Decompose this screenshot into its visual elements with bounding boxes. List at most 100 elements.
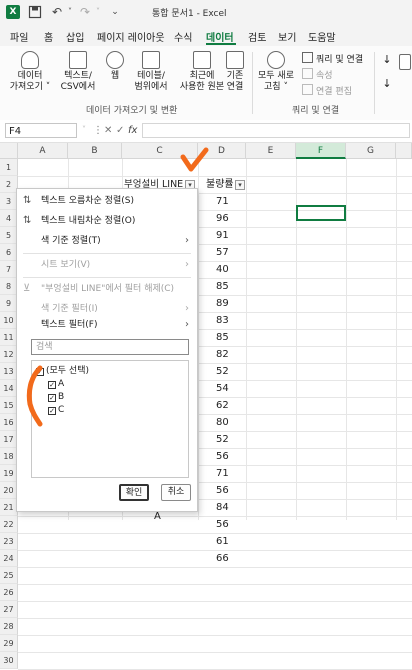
sort-button-partial[interactable] (398, 54, 412, 72)
column-header-f[interactable]: F (296, 143, 346, 159)
name-box-dropdown-icon[interactable]: ˅ (82, 125, 86, 134)
select-all-checkbox[interactable]: ✓ (모두 선택) (36, 365, 89, 377)
cell-d-value[interactable]: 85 (216, 329, 229, 346)
text-file-icon (69, 51, 87, 69)
from-table-range-button[interactable]: 테이블/ 범위에서 (130, 51, 172, 93)
cancel-button[interactable]: 취소 (161, 484, 191, 501)
queries-connections-button[interactable]: 쿼리 및 연결 (302, 52, 363, 65)
filter-dropdown-d-icon[interactable]: ▾ (235, 180, 245, 190)
more-icon: ⋮ (93, 125, 103, 136)
cell-d-value[interactable]: 57 (216, 244, 229, 261)
from-web-button[interactable]: 웹 (102, 51, 128, 82)
row-header[interactable]: 23 (0, 533, 18, 550)
redo-icon[interactable]: ↷ (78, 5, 92, 19)
column-header-b[interactable]: B (68, 143, 122, 159)
recent-sources-button[interactable]: 최근에 사용한 원본 (176, 51, 228, 93)
column-header-e[interactable]: E (246, 143, 296, 159)
tab-home[interactable]: 홈 (44, 29, 53, 44)
customize-qat-icon[interactable]: ⌄ (108, 5, 122, 19)
row-header[interactable]: 24 (0, 550, 18, 567)
tab-view[interactable]: 보기 (278, 29, 296, 44)
selected-cell-f4[interactable] (296, 205, 346, 221)
enter-entry-icon[interactable]: ✓ (116, 125, 124, 136)
tab-insert[interactable]: 삽입 (66, 29, 84, 44)
row-header[interactable]: 26 (0, 584, 18, 601)
select-all-corner[interactable] (0, 143, 18, 159)
cell-d-value[interactable]: 80 (216, 414, 229, 431)
existing-connections-button[interactable]: 기존 연결 (222, 51, 248, 93)
insert-function-icon[interactable]: fx (128, 125, 137, 136)
sort-descending-item[interactable]: ⇅ 텍스트 내림차순 정렬(O) (17, 211, 197, 231)
sheet-view-item[interactable]: 시트 보기(V) › (17, 255, 197, 275)
cell-d-value[interactable]: 52 (216, 363, 229, 380)
undo-icon[interactable]: ↶ (50, 5, 64, 19)
save-icon[interactable] (28, 5, 42, 19)
queries-icon (302, 52, 313, 63)
formula-input[interactable] (142, 123, 410, 138)
cell-d-value[interactable]: 83 (216, 312, 229, 329)
name-box[interactable]: F4 (5, 123, 77, 138)
cancel-entry-icon[interactable]: ✕ (104, 125, 112, 136)
filter-search-input[interactable]: 검색 (31, 339, 189, 355)
tab-help[interactable]: 도움말 (308, 29, 336, 44)
column-header-g[interactable]: G (346, 143, 396, 159)
cell-d-value[interactable]: 56 (216, 448, 229, 465)
cell-d-value[interactable]: 71 (216, 465, 229, 482)
edit-links-button[interactable]: 연결 편집 (302, 84, 352, 97)
row-header[interactable]: 29 (0, 635, 18, 652)
cell-d-value[interactable]: 61 (216, 533, 229, 550)
cell-d-value[interactable]: 56 (216, 516, 229, 533)
from-text-csv-button[interactable]: 텍스트/ CSV에서 (56, 51, 100, 93)
sort-by-color-item[interactable]: 색 기준 정렬(T) › (17, 231, 197, 251)
text-filters-label: 텍스트 필터(F) (41, 320, 98, 330)
column-header-d[interactable]: D (198, 143, 246, 159)
redo-dropdown-icon[interactable]: ˅ (91, 5, 105, 19)
cell-d-value[interactable]: 40 (216, 261, 229, 278)
cell-d-value[interactable]: 54 (216, 380, 229, 397)
cell-d2-header[interactable]: 불량률 (206, 176, 234, 193)
tab-formulas[interactable]: 수식 (174, 29, 192, 44)
sort-az-icon[interactable]: ↓ (380, 54, 394, 65)
row-header[interactable]: 22 (0, 516, 18, 533)
properties-button[interactable]: 속성 (302, 68, 333, 81)
recent-sources-label-1: 최근에 (189, 71, 215, 81)
sort-ascending-item[interactable]: ⇅ 텍스트 오름차순 정렬(S) (17, 191, 197, 211)
cell-d-value[interactable]: 84 (216, 499, 229, 516)
text-filters-item[interactable]: 텍스트 필터(F) › (17, 315, 197, 335)
clear-filter-item[interactable]: ⊻ "부엉설비 LINE"에서 필터 해제(C) (17, 279, 197, 299)
cell-d-value[interactable]: 91 (216, 227, 229, 244)
ok-button[interactable]: 확인 (119, 484, 149, 501)
text-csv-label-1: 텍스트/ (64, 71, 92, 81)
cell-d-value[interactable]: 56 (216, 482, 229, 499)
cell-d-value[interactable]: 66 (216, 550, 229, 567)
refresh-all-label-2: 고침 ˅ (264, 82, 288, 92)
cell-d-value[interactable]: 96 (216, 210, 229, 227)
value-checkbox-b[interactable]: ✓ B (48, 391, 64, 403)
sort-za-icon[interactable]: ↓ (380, 78, 394, 89)
undo-dropdown-icon[interactable]: ˅ (63, 5, 77, 19)
column-header-a[interactable]: A (18, 143, 68, 159)
get-data-button[interactable]: 데이터 가져오기 ˅ (8, 51, 52, 93)
tab-review[interactable]: 검토 (248, 29, 266, 44)
value-checkbox-a[interactable]: ✓ A (48, 378, 64, 390)
refresh-all-button[interactable]: 모두 새로 고침 ˅ (256, 51, 296, 93)
existing-connections-icon (226, 51, 244, 69)
cell-d-value[interactable]: 62 (216, 397, 229, 414)
cell-d-value[interactable]: 89 (216, 295, 229, 312)
row-header[interactable]: 30 (0, 652, 18, 669)
cell-d-value[interactable]: 52 (216, 431, 229, 448)
tab-page-layout[interactable]: 페이지 레이아웃 (97, 29, 165, 44)
filter-values-list[interactable]: ✓ (모두 선택) ✓ A ✓ B ✓ C (31, 360, 189, 478)
column-header-c[interactable]: C (122, 143, 198, 159)
cell-d-value[interactable]: 71 (216, 193, 229, 210)
tab-file[interactable]: 파일 (10, 29, 28, 44)
value-checkbox-c[interactable]: ✓ C (48, 404, 64, 416)
sort-ascending-icon: ⇅ (23, 195, 32, 206)
tab-data[interactable]: 데이터 (206, 29, 234, 44)
cell-d-value[interactable]: 82 (216, 346, 229, 363)
row-header[interactable]: 1 (0, 159, 18, 176)
row-header[interactable]: 28 (0, 618, 18, 635)
cell-d-value[interactable]: 85 (216, 278, 229, 295)
row-header[interactable]: 25 (0, 567, 18, 584)
row-header[interactable]: 27 (0, 601, 18, 618)
